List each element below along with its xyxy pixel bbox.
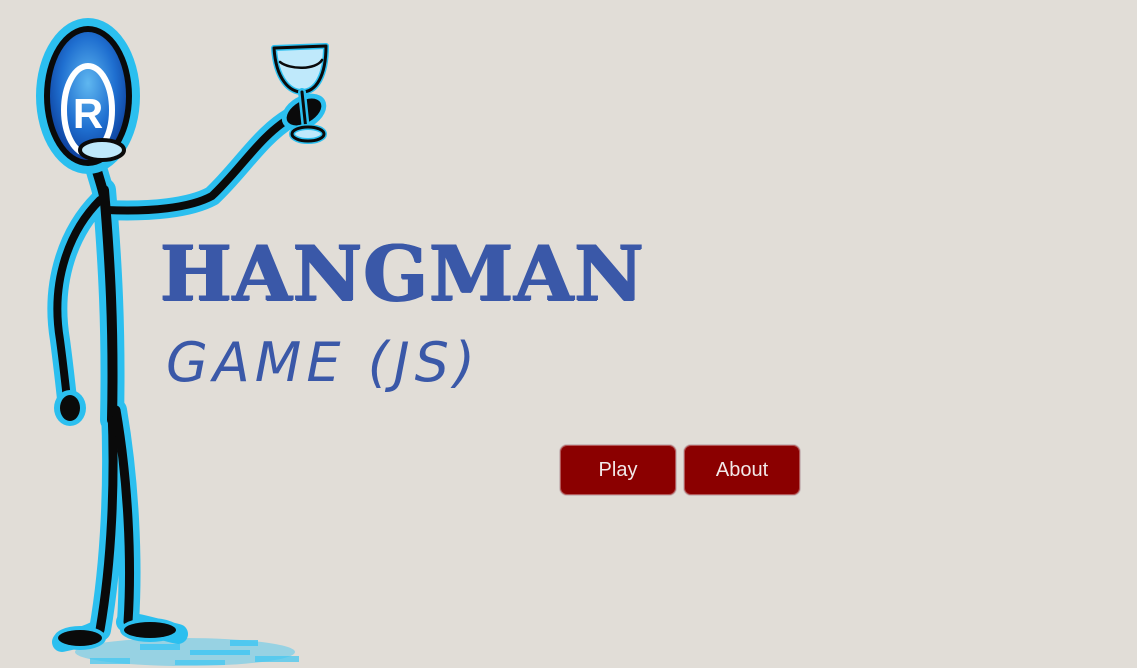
game-subtitle: GAME (JS) — [166, 331, 480, 394]
figure-head: R — [36, 18, 140, 174]
about-button[interactable]: About — [683, 444, 801, 496]
title-screen: R HANGMAN GAME (JS) Play About — [0, 0, 1137, 668]
head-mark: R — [73, 90, 103, 137]
play-button[interactable]: Play — [559, 444, 677, 496]
floor-splash — [75, 638, 299, 666]
game-title: HANGMAN — [160, 229, 645, 318]
